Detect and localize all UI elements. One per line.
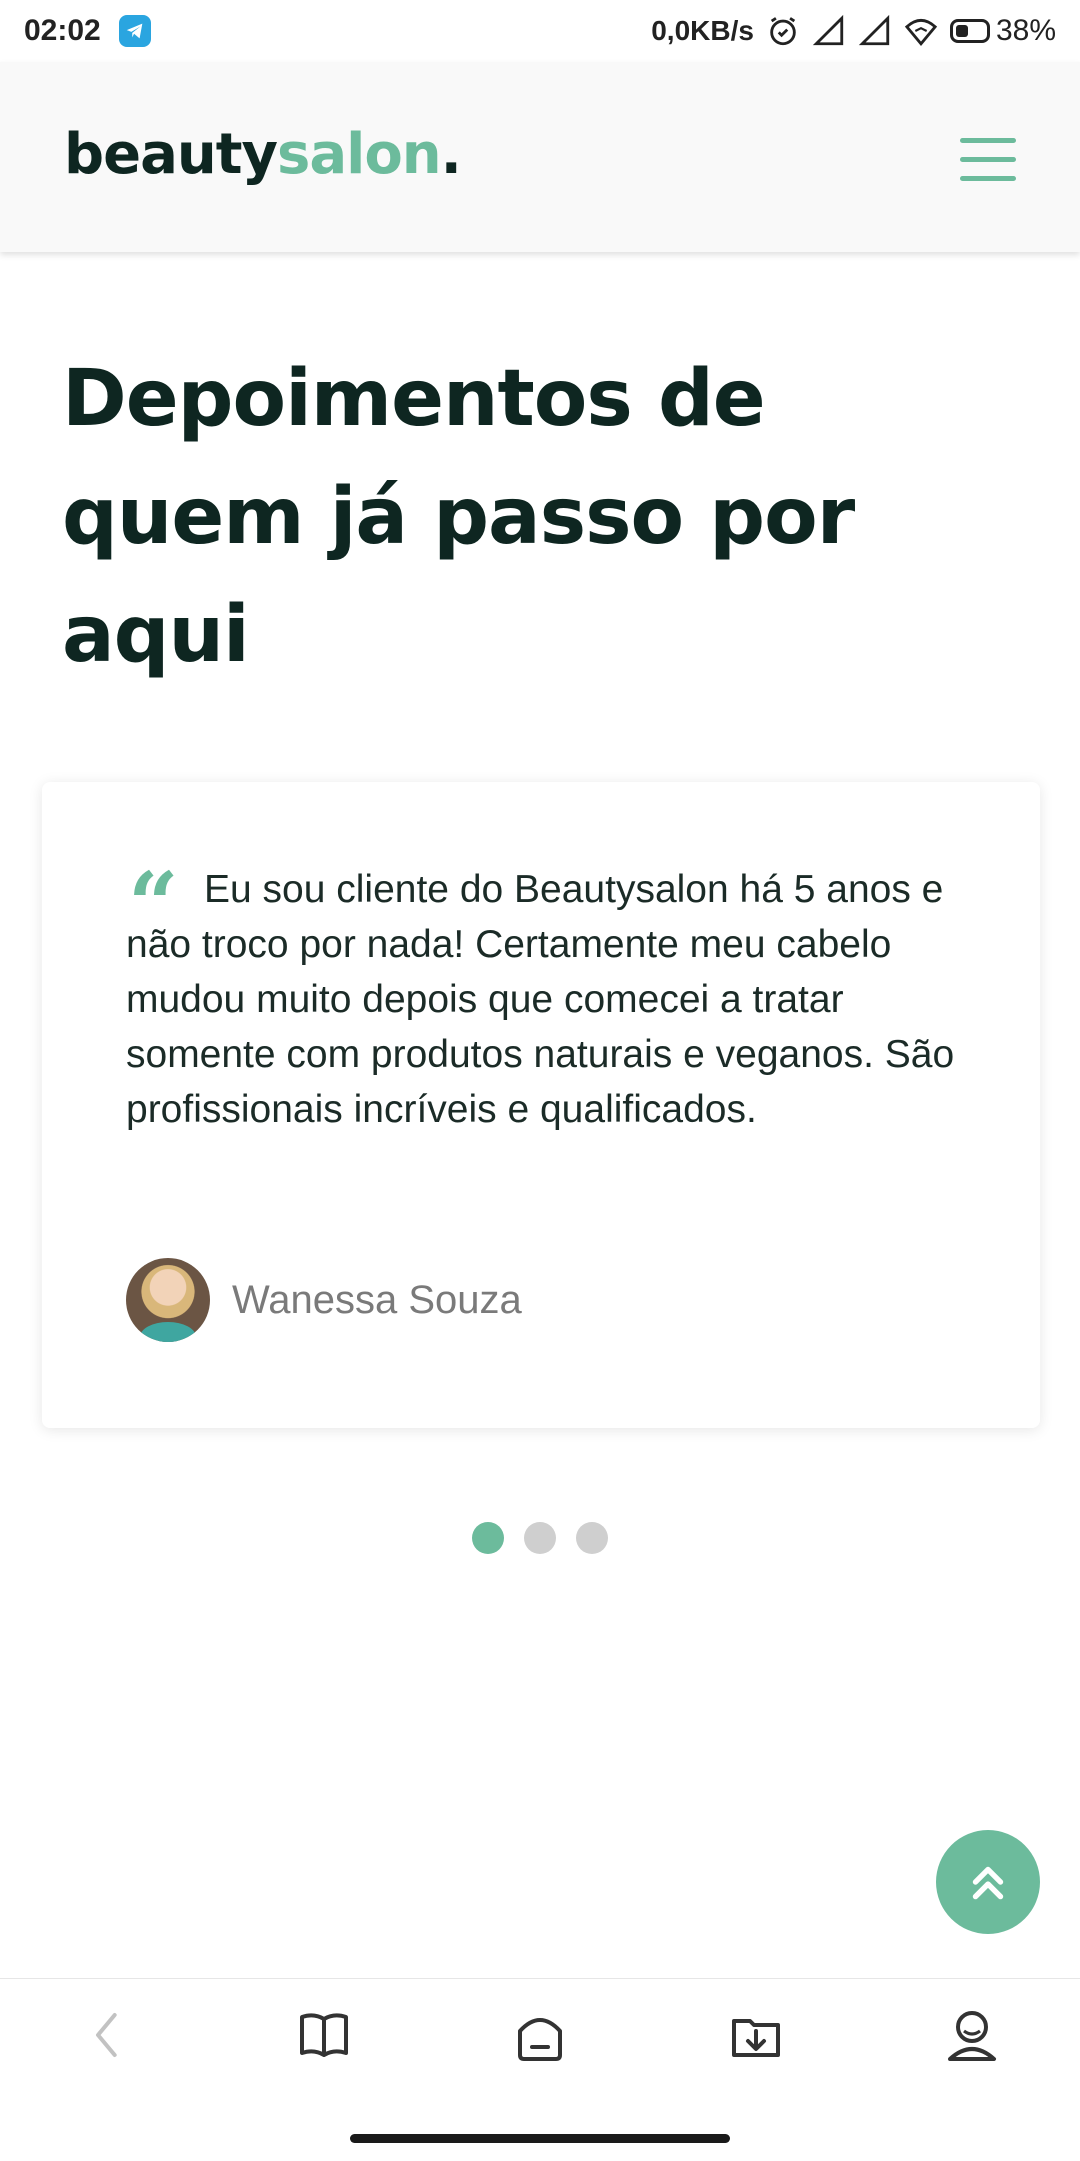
back-icon (96, 2013, 117, 2057)
wifi-icon (904, 18, 938, 46)
site-logo[interactable]: beautysalon. (64, 122, 462, 187)
testimonial-author: Wanessa Souza (126, 1258, 522, 1342)
author-name: Wanessa Souza (232, 1277, 522, 1322)
hamburger-icon[interactable] (960, 138, 1016, 182)
book-icon (300, 2013, 348, 2057)
avatar (126, 1258, 210, 1342)
battery-percent: 38% (995, 14, 1056, 47)
telegram-icon (118, 15, 151, 47)
profile-button[interactable] (940, 2003, 1004, 2067)
bookmarks-button[interactable] (292, 2003, 356, 2067)
alarm-icon (770, 17, 796, 46)
home-indicator[interactable] (350, 2134, 730, 2143)
testimonial-quote: Eu sou cliente do Beautysalon há 5 anos … (126, 868, 955, 1131)
logo-dot: . (440, 122, 462, 187)
carousel-dot-2[interactable] (524, 1522, 556, 1554)
double-chevron-up-icon (972, 1866, 1004, 1900)
site-header: beautysalon. (0, 62, 1080, 252)
home-button[interactable] (508, 2003, 572, 2067)
section-title: Depoimentos de quem já passo por aqui (62, 354, 855, 680)
status-bar: 02:02 0,0KB/s 38% (0, 0, 1080, 62)
carousel-dot-3[interactable] (576, 1522, 608, 1554)
download-icon (732, 2019, 780, 2057)
signal-icon-2 (858, 14, 890, 46)
back-to-top-button[interactable] (936, 1830, 1040, 1934)
home-icon (518, 2018, 562, 2061)
profile-icon (948, 2011, 996, 2061)
carousel-dots (472, 1522, 608, 1554)
logo-text-salon: salon (277, 122, 442, 187)
downloads-button[interactable] (724, 2003, 788, 2067)
battery-icon (949, 19, 990, 43)
back-button[interactable] (76, 2003, 140, 2067)
signal-icon (812, 14, 844, 46)
status-time: 02:02 (24, 14, 101, 47)
network-speed: 0,0KB/s (651, 15, 754, 46)
carousel-dot-1[interactable] (472, 1522, 504, 1554)
logo-text-beauty: beauty (64, 122, 278, 187)
battery-indicator: 38% (949, 14, 1056, 48)
